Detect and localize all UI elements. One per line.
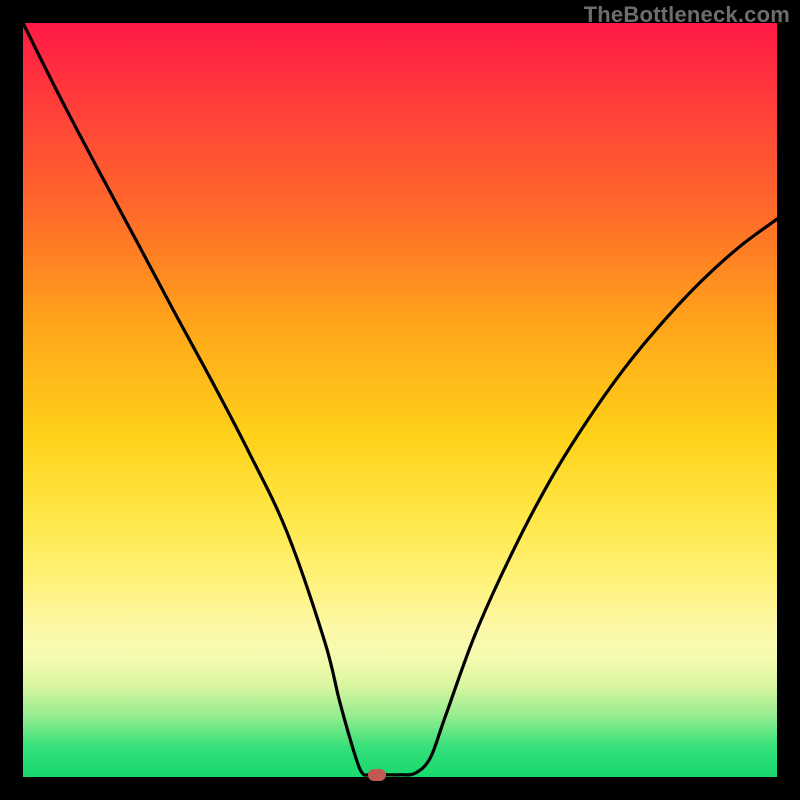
- bottleneck-curve: [23, 23, 777, 777]
- optimal-point-marker: [368, 769, 386, 781]
- watermark-text: TheBottleneck.com: [584, 2, 790, 28]
- chart-plot-area: [23, 23, 777, 777]
- chart-frame: TheBottleneck.com: [0, 0, 800, 800]
